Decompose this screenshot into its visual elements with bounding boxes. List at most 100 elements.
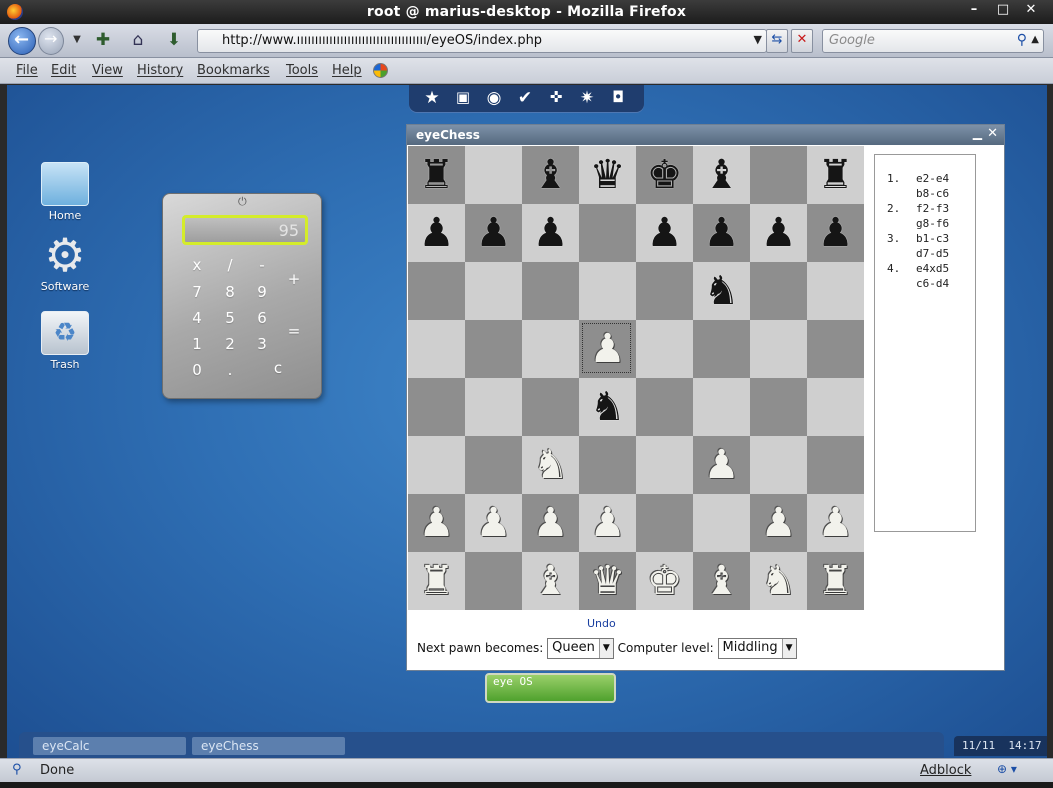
white-pawn-icon[interactable]: ♟ xyxy=(579,320,636,378)
gamepad-icon[interactable]: ✜ xyxy=(545,88,567,110)
square-h2[interactable]: ♟ xyxy=(807,494,864,552)
desktop-icon-software[interactable]: ⚙ Software xyxy=(30,232,100,293)
square-g8[interactable] xyxy=(750,146,807,204)
square-d3[interactable] xyxy=(579,436,636,494)
calc-key-5[interactable]: 5 xyxy=(220,309,240,327)
menu-file[interactable]: File xyxy=(16,63,38,78)
white-pawn-icon[interactable]: ♟ xyxy=(465,494,522,552)
calc-key-4[interactable]: 4 xyxy=(187,309,207,327)
square-a4[interactable] xyxy=(408,378,465,436)
menu-bookmarks[interactable]: Bookmarks xyxy=(197,63,270,78)
white-pawn-icon[interactable]: ♟ xyxy=(693,436,750,494)
square-f2[interactable] xyxy=(693,494,750,552)
black-pawn-icon[interactable]: ♟ xyxy=(807,204,864,262)
white-queen-icon[interactable]: ♛ xyxy=(579,552,636,610)
computer-level-select[interactable]: Middling ▼ xyxy=(717,638,797,659)
calc-key-dot[interactable]: . xyxy=(220,361,240,379)
white-rook-icon[interactable]: ♜ xyxy=(807,552,864,610)
square-c3[interactable]: ♞ xyxy=(522,436,579,494)
menu-edit[interactable]: Edit xyxy=(51,63,76,78)
white-bishop-icon[interactable]: ♝ xyxy=(522,552,579,610)
square-f1[interactable]: ♝ xyxy=(693,552,750,610)
adblock-link[interactable]: Adblock xyxy=(920,763,971,778)
square-c1[interactable]: ♝ xyxy=(522,552,579,610)
history-dropdown-icon[interactable]: ▼ xyxy=(66,34,88,56)
black-pawn-icon[interactable]: ♟ xyxy=(408,204,465,262)
white-king-icon[interactable]: ♚ xyxy=(636,552,693,610)
black-rook-icon[interactable]: ♜ xyxy=(807,146,864,204)
square-b1[interactable] xyxy=(465,552,522,610)
stop-button[interactable]: ✕ xyxy=(791,29,813,53)
square-f6[interactable]: ♞ xyxy=(693,262,750,320)
square-a8[interactable]: ♜ xyxy=(408,146,465,204)
square-f5[interactable] xyxy=(693,320,750,378)
calc-key-multiply[interactable]: x xyxy=(187,256,207,274)
square-h4[interactable] xyxy=(807,378,864,436)
back-button[interactable]: ← xyxy=(8,27,36,55)
taskbar-item-eyecalc[interactable]: eyeCalc xyxy=(33,737,186,755)
square-d8[interactable]: ♛ xyxy=(579,146,636,204)
pawn-promotion-select[interactable]: Queen ▼ xyxy=(547,638,614,659)
square-a6[interactable] xyxy=(408,262,465,320)
square-d6[interactable] xyxy=(579,262,636,320)
square-c5[interactable] xyxy=(522,320,579,378)
square-f8[interactable]: ♝ xyxy=(693,146,750,204)
black-pawn-icon[interactable]: ♟ xyxy=(465,204,522,262)
minimize-button[interactable]: – xyxy=(962,2,986,20)
square-c4[interactable] xyxy=(522,378,579,436)
black-king-icon[interactable]: ♚ xyxy=(636,146,693,204)
zoom-icon[interactable]: ⊕ ▾ xyxy=(997,762,1017,776)
white-pawn-icon[interactable]: ♟ xyxy=(750,494,807,552)
white-knight-icon[interactable]: ♞ xyxy=(522,436,579,494)
calc-key-minus[interactable]: - xyxy=(252,256,272,274)
square-c2[interactable]: ♟ xyxy=(522,494,579,552)
square-b8[interactable] xyxy=(465,146,522,204)
square-a7[interactable]: ♟ xyxy=(408,204,465,262)
taskbar-item-eyechess[interactable]: eyeChess xyxy=(192,737,345,755)
square-h7[interactable]: ♟ xyxy=(807,204,864,262)
rss-icon[interactable]: ◉ xyxy=(483,88,505,110)
square-b6[interactable] xyxy=(465,262,522,320)
white-pawn-icon[interactable]: ♟ xyxy=(408,494,465,552)
square-b2[interactable]: ♟ xyxy=(465,494,522,552)
square-b5[interactable] xyxy=(465,320,522,378)
black-rook-icon[interactable]: ♜ xyxy=(408,146,465,204)
square-e5[interactable] xyxy=(636,320,693,378)
square-e3[interactable] xyxy=(636,436,693,494)
calc-key-1[interactable]: 1 xyxy=(187,335,207,353)
square-g1[interactable]: ♞ xyxy=(750,552,807,610)
black-knight-icon[interactable]: ♞ xyxy=(579,378,636,436)
square-g5[interactable] xyxy=(750,320,807,378)
square-e8[interactable]: ♚ xyxy=(636,146,693,204)
check-icon[interactable]: ✔ xyxy=(514,88,536,110)
calc-key-equals[interactable]: = xyxy=(284,322,304,340)
menu-help[interactable]: Help xyxy=(332,63,362,78)
calc-key-8[interactable]: 8 xyxy=(220,283,240,301)
black-pawn-icon[interactable]: ♟ xyxy=(693,204,750,262)
calc-key-plus[interactable]: + xyxy=(284,270,304,288)
white-pawn-icon[interactable]: ♟ xyxy=(807,494,864,552)
forward-button[interactable]: → xyxy=(38,27,64,55)
undo-link[interactable]: Undo xyxy=(587,617,616,630)
windows-logo-icon[interactable] xyxy=(373,63,388,78)
desktop-icon-trash[interactable]: ♻ Trash xyxy=(30,311,100,371)
square-a5[interactable] xyxy=(408,320,465,378)
square-b4[interactable] xyxy=(465,378,522,436)
calc-key-clear[interactable]: c xyxy=(268,359,288,377)
calc-key-2[interactable]: 2 xyxy=(220,335,240,353)
white-rook-icon[interactable]: ♜ xyxy=(408,552,465,610)
black-knight-icon[interactable]: ♞ xyxy=(693,262,750,320)
calc-key-0[interactable]: 0 xyxy=(187,361,207,379)
white-pawn-icon[interactable]: ♟ xyxy=(579,494,636,552)
square-h3[interactable] xyxy=(807,436,864,494)
close-icon[interactable]: ✕ xyxy=(987,126,998,141)
square-e2[interactable] xyxy=(636,494,693,552)
white-pawn-icon[interactable]: ♟ xyxy=(522,494,579,552)
download-icon[interactable]: ⬇ xyxy=(163,30,185,52)
square-e1[interactable]: ♚ xyxy=(636,552,693,610)
square-h8[interactable]: ♜ xyxy=(807,146,864,204)
desktop-icon-home[interactable]: Home xyxy=(30,162,100,222)
square-d7[interactable] xyxy=(579,204,636,262)
search-engine-dropdown-icon[interactable]: ▲ xyxy=(1031,34,1039,45)
square-d2[interactable]: ♟ xyxy=(579,494,636,552)
